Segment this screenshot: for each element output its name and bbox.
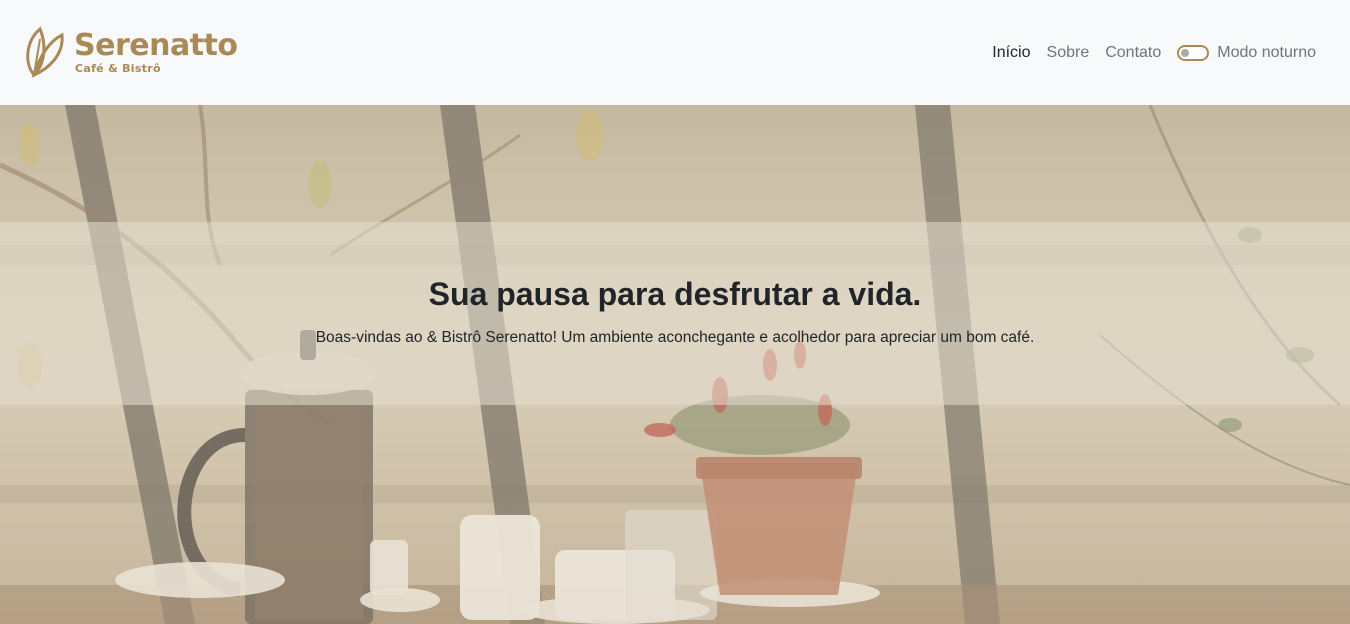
hero-section: Sua pausa para desfrutar a vida. Boas-vi…: [0, 105, 1350, 624]
nav-link-contato[interactable]: Contato: [1105, 44, 1161, 62]
dark-mode-label: Modo noturno: [1217, 43, 1316, 61]
site-header: Serenatto Café & Bistrô Início Sobre Con…: [0, 0, 1350, 105]
nav-link-inicio[interactable]: Início: [992, 44, 1030, 62]
hero-text: Boas-vindas ao & Bistrô Serenatto! Um am…: [315, 329, 1035, 346]
brand-subtitle: Café & Bistrô: [75, 62, 161, 75]
hero-banner: Sua pausa para desfrutar a vida. Boas-vi…: [0, 222, 1350, 405]
dark-mode-toggle[interactable]: [1177, 44, 1210, 61]
brand-logo-link[interactable]: Serenatto Café & Bistrô: [22, 25, 238, 81]
dark-mode-control[interactable]: Modo noturno: [1177, 44, 1316, 62]
nav-link-sobre[interactable]: Sobre: [1047, 44, 1090, 62]
brand-name: Serenatto: [74, 28, 238, 63]
toggle-knob: [1181, 48, 1190, 57]
main-nav: Início Sobre Contato Modo noturno: [992, 44, 1316, 62]
hero-title: Sua pausa para desfrutar a vida.: [428, 276, 922, 312]
leaf-icon: [26, 26, 64, 78]
